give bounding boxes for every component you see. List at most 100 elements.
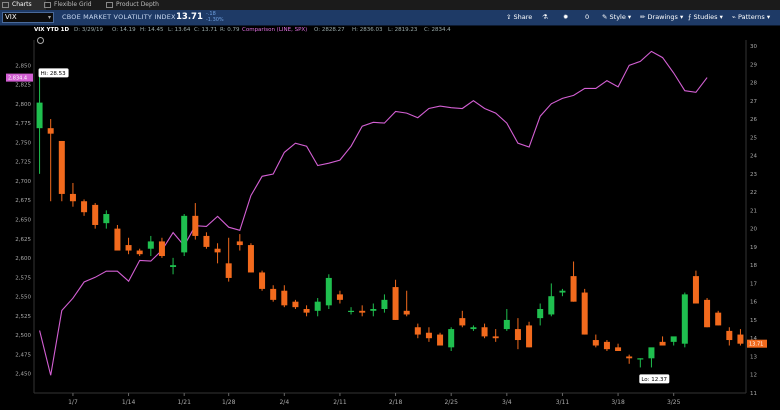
y-right-tick-label: 18 <box>750 263 757 269</box>
y-right-tick-label: 15 <box>750 318 757 324</box>
y-right-tick-label: 22 <box>750 190 757 196</box>
candle-body <box>503 319 510 330</box>
candle-body <box>492 336 499 339</box>
y-right-tick-label: 30 <box>750 44 757 50</box>
y-right-tick-label: 23 <box>750 172 757 178</box>
y-right-tick-label: 12 <box>750 373 757 379</box>
candle-body <box>92 204 99 225</box>
y-right-tick-label: 17 <box>750 281 757 287</box>
y-left-tick-label: 2,725 <box>15 160 31 166</box>
candle-body <box>247 245 254 273</box>
y-left-tick-label: 2,825 <box>15 83 31 89</box>
candle-body <box>336 294 343 300</box>
candle-body <box>114 228 121 251</box>
candle-body <box>181 215 188 253</box>
candle-body <box>548 296 555 315</box>
candle-body <box>158 241 165 257</box>
y-left-tick-label: 2,625 <box>15 237 31 243</box>
x-tick-label: 1/21 <box>177 399 191 406</box>
y-left-tick-label: 2,650 <box>15 218 31 224</box>
candle-body <box>726 330 733 341</box>
y-left-tick-label: 2,600 <box>15 256 31 262</box>
y-left-tick-label: 2,775 <box>15 121 31 127</box>
candle-body <box>626 356 633 359</box>
candle-body <box>147 241 154 249</box>
x-tick-label: 2/11 <box>333 399 347 406</box>
x-tick-label: 2/18 <box>389 399 403 406</box>
candle-body <box>314 301 321 311</box>
candle-body <box>581 292 588 335</box>
candle-body <box>570 276 577 302</box>
hi-label: Hi: 28.53 <box>41 71 67 77</box>
candle-body <box>36 102 43 129</box>
candle-body <box>425 332 432 339</box>
candle-body <box>414 327 421 335</box>
y-right-tick-label: 25 <box>750 135 757 141</box>
y-left-tick-label: 2,550 <box>15 295 31 301</box>
y-left-tick-label: 2,500 <box>15 333 31 339</box>
candle-body <box>359 310 366 313</box>
candle-body <box>603 341 610 350</box>
candle-body <box>648 347 655 359</box>
candle-body <box>381 299 388 309</box>
candle-body <box>203 235 210 247</box>
y-right-tick-label: 13 <box>750 354 757 360</box>
candle-body <box>103 214 110 224</box>
candle-body <box>281 290 288 306</box>
y-right-tick-label: 29 <box>750 62 757 68</box>
candle-body <box>236 241 243 246</box>
y-right-tick-label: 19 <box>750 245 757 251</box>
y-left-tick-label: 2,850 <box>15 63 31 69</box>
candle-body <box>704 299 711 328</box>
y-right-tick-label: 28 <box>750 81 757 87</box>
y-left-tick-label: 2,750 <box>15 140 31 146</box>
lo-label: Lo: 12.37 <box>641 377 667 383</box>
candle-body <box>403 310 410 315</box>
y-right-tick-label: 16 <box>750 300 757 306</box>
y-left-tick-label: 2,450 <box>15 372 31 378</box>
candle-body <box>470 327 477 330</box>
candle-body <box>214 248 221 253</box>
candle-body <box>58 140 65 194</box>
spx-comparison-line <box>39 50 708 376</box>
candle-body <box>292 301 299 308</box>
x-tick-label: 3/25 <box>667 399 681 406</box>
price-chart[interactable]: 1112131415161718192021222324252627282930… <box>0 0 780 410</box>
x-tick-label: 2/25 <box>444 399 458 406</box>
x-tick-label: 3/11 <box>556 399 570 406</box>
x-tick-label: 1/14 <box>122 399 136 406</box>
y-right-tick-label: 26 <box>750 117 757 123</box>
candle-body <box>259 272 266 289</box>
candle-body <box>481 327 488 337</box>
candle-body <box>681 294 688 344</box>
y-right-tick-label: 11 <box>750 391 757 397</box>
candle-body <box>615 347 622 351</box>
y-right-tick-label: 21 <box>750 208 757 214</box>
candle-body <box>737 334 744 344</box>
candle-body <box>448 329 455 348</box>
candle-body <box>270 288 277 300</box>
y-right-tick-label: 20 <box>750 227 757 233</box>
y-left-tick-label: 2,525 <box>15 314 31 320</box>
candle-body <box>659 341 666 346</box>
x-tick-label: 1/28 <box>222 399 236 406</box>
y-left-tick-label: 2,800 <box>15 102 31 108</box>
y-right-tick-label: 24 <box>750 154 757 160</box>
candle-body <box>47 128 54 134</box>
y-left-tick-label: 2,700 <box>15 179 31 185</box>
candle-body <box>692 276 699 304</box>
candle-body <box>325 277 332 306</box>
vix-last-label: 13.71 <box>749 342 763 348</box>
candle-body <box>437 334 444 346</box>
candle-body <box>370 308 377 311</box>
candle-body <box>69 193 76 202</box>
candle-body <box>526 325 533 348</box>
candle-body <box>303 308 310 313</box>
candle-body <box>514 329 521 341</box>
candle-body <box>559 290 566 293</box>
y-left-tick-label: 2,575 <box>15 275 31 281</box>
y-left-tick-label: 2,675 <box>15 198 31 204</box>
candle-body <box>348 310 355 313</box>
x-tick-label: 2/4 <box>279 399 289 406</box>
candle-body <box>225 263 232 278</box>
